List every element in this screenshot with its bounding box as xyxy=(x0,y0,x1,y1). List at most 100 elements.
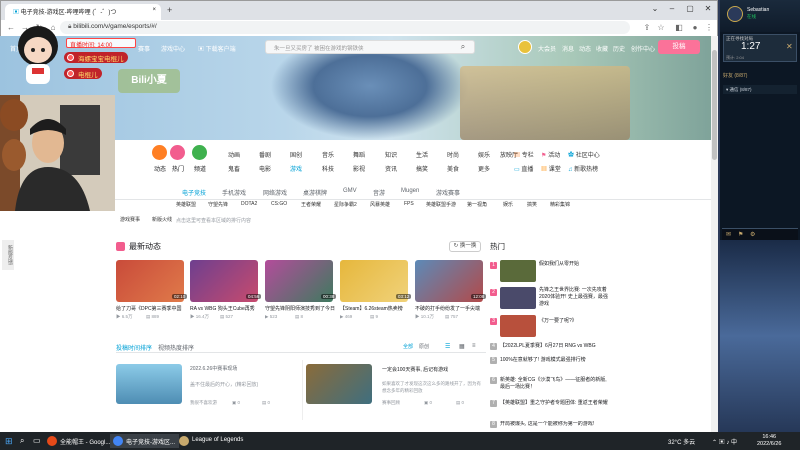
hot-item-title[interactable]: 【英雄联盟】重之守护者专题团体: 重返王者荣耀 xyxy=(500,400,608,407)
cat-entertainment[interactable]: 娱乐 xyxy=(478,150,490,159)
settings-icon[interactable]: ⚙ xyxy=(750,231,755,238)
tag-lol-mobile[interactable]: 英雄联盟手游 xyxy=(426,201,456,208)
cancel-queue-icon[interactable]: ✕ xyxy=(786,42,793,51)
tab-search-icon[interactable]: ⌄ xyxy=(648,4,662,13)
maximize-icon[interactable]: ▢ xyxy=(683,4,697,13)
search-input[interactable]: 朱一旦又买房了 被困在游戏的钢铁侠 xyxy=(265,40,475,54)
cat-more[interactable]: 更多 xyxy=(478,164,490,173)
filter-all[interactable]: 全部 xyxy=(403,343,413,350)
video-title[interactable]: 不破的打手纷纷发了一手尖端 xyxy=(415,305,485,312)
category-hot[interactable]: 热门 xyxy=(172,164,184,173)
cat-dance[interactable]: 舞蹈 xyxy=(353,150,365,159)
tab-online-games[interactable]: 网络游戏 xyxy=(263,188,287,197)
nav-history[interactable]: 历史 xyxy=(613,44,625,53)
tab-close-icon[interactable]: × xyxy=(152,7,156,13)
tray-icons[interactable]: ⌃ ▣ ♪ 中 xyxy=(712,437,737,446)
refresh-button[interactable]: ↻ 换一换 xyxy=(449,241,481,252)
tag-starcraft2[interactable]: 星际争霸2 xyxy=(334,201,357,208)
video-title[interactable]: 【Steam】6.26steam热卖榜 xyxy=(340,305,410,312)
feed-desc[interactable]: 盖不住最后的开心，(精彩回放) xyxy=(190,381,258,388)
video-title[interactable]: 守望先锋阴阳师演技秀到了今日 xyxy=(265,305,335,312)
nav-creator[interactable]: 创作中心 xyxy=(631,44,655,53)
compact-view-icon[interactable]: ≡ xyxy=(472,343,476,349)
tab-game-events[interactable]: 游戏赛事 xyxy=(436,188,460,197)
tag-hots[interactable]: 风暴英雄 xyxy=(370,201,390,208)
channel-icon[interactable] xyxy=(192,145,207,160)
activity-link[interactable]: ⚑ 活动 xyxy=(541,150,560,159)
system-clock[interactable]: 16:46 2022/6/26 xyxy=(757,434,781,448)
hot-item-title[interactable]: 假如我们从零开始 xyxy=(539,261,609,268)
nav-favorites[interactable]: 收藏 xyxy=(596,44,608,53)
nav-messages[interactable]: 消息 xyxy=(562,44,574,53)
tab-esports[interactable]: 电子竞技 xyxy=(182,188,206,197)
feed-title[interactable]: 一定会100天赛事, 后记有游戏 xyxy=(382,366,448,373)
task-view-icon[interactable]: ▭ xyxy=(33,436,41,445)
nav-dynamic[interactable]: 动态 xyxy=(579,44,591,53)
tab-board-games[interactable]: 桌游棋牌 xyxy=(303,188,327,197)
cat-music[interactable]: 音乐 xyxy=(322,150,334,159)
tag-funny[interactable]: 搞笑 xyxy=(527,201,537,208)
feed-thumb[interactable] xyxy=(116,364,182,404)
column-link[interactable]: ▤ 专栏 xyxy=(514,150,534,159)
tag-highlights[interactable]: 精彩集锦 xyxy=(550,201,570,208)
tag-fps[interactable]: FPS xyxy=(404,201,414,207)
tag-lol[interactable]: 英雄联盟 xyxy=(176,201,196,208)
address-bar[interactable]: 🔒︎ bilibili.com/v/game/esports/#/ xyxy=(60,21,630,34)
tag-entertainment[interactable]: 娱乐 xyxy=(503,201,513,208)
nav-game-center[interactable]: 游戏中心 xyxy=(161,44,185,53)
cat-funny[interactable]: 搞笑 xyxy=(416,164,428,173)
hot-item-title[interactable]: 开局被爆头, 这是一个能被称为第一的游戏! xyxy=(500,421,608,429)
tab-rhythm-games[interactable]: 音游 xyxy=(373,188,385,197)
category-dynamic[interactable]: 动态 xyxy=(154,164,166,173)
cat-guochuang[interactable]: 国创 xyxy=(290,150,302,159)
hot-item-title[interactable]: 《万一要了呢?》 xyxy=(539,318,609,325)
upload-button[interactable]: 投稿 xyxy=(658,40,700,54)
tag-csgo[interactable]: CS:GO xyxy=(271,201,287,207)
share-icon[interactable]: ⇪ xyxy=(641,23,653,32)
hot-item-title[interactable]: 先锋之王世界比赛: 一次先攻着2020体验开! 史上最强赛，最强游戏 xyxy=(539,287,609,308)
profile-icon[interactable]: ● xyxy=(689,23,701,32)
extension-icon[interactable]: ◧ xyxy=(673,23,685,32)
close-window-icon[interactable]: ✕ xyxy=(701,4,715,13)
hot-item-title[interactable]: 新英雄: 全新CG《沙漠飞鸟》——征服者的新版, 最后一场比赛！ xyxy=(500,377,608,391)
minimize-icon[interactable]: – xyxy=(665,4,679,13)
sort-by-heat[interactable]: 视频热度排序 xyxy=(158,343,194,352)
bookmark-star-icon[interactable]: ☆ xyxy=(655,23,667,32)
rank-hint[interactable]: 点击这里可查看本区域的排行内容 xyxy=(176,217,251,224)
cat-kichiku[interactable]: 鬼畜 xyxy=(228,164,240,173)
feedback-tab[interactable]: 新版反馈 xyxy=(2,240,14,270)
nav-esports[interactable]: 赛事 xyxy=(138,44,150,53)
cat-movie[interactable]: 电影 xyxy=(259,164,271,173)
hot-thumb[interactable] xyxy=(500,260,536,282)
league-friend-row[interactable]: ▾ 通信 (8/87) xyxy=(723,85,797,94)
video-title[interactable]: RA vs WBG 狗头王Cube再秀 xyxy=(190,305,260,312)
grid-view-icon[interactable]: ▦ xyxy=(459,343,465,350)
cat-knowledge[interactable]: 知识 xyxy=(385,150,397,159)
community-link[interactable]: ✿ 社区中心 xyxy=(568,150,600,159)
hot-item-title[interactable]: 【2022LPL夏季赛】6月27日 RNG vs WBG xyxy=(500,343,608,350)
missions-icon[interactable]: ⚑ xyxy=(738,231,743,238)
cat-news[interactable]: 资讯 xyxy=(385,164,397,173)
tag-first-person[interactable]: 第一视角 xyxy=(467,201,487,208)
feed-desc[interactable]: 如果喜欢了才发现这次这么多的路线开了，因为有想念多年的精彩回放 xyxy=(382,380,482,394)
weather-widget[interactable]: 32°C 多云 xyxy=(668,437,695,446)
avatar[interactable] xyxy=(518,40,532,54)
cat-game[interactable]: 游戏 xyxy=(290,164,302,173)
cat-food[interactable]: 美食 xyxy=(447,164,459,173)
cat-tech[interactable]: 科技 xyxy=(322,164,334,173)
menu-icon[interactable]: ⋮ xyxy=(703,23,715,32)
video-title[interactable]: 给了刀哥《DPC第三赛季中国 xyxy=(116,305,186,312)
chat-icon[interactable]: ✉ xyxy=(726,231,731,238)
league-avatar[interactable] xyxy=(727,6,743,22)
hot-thumb[interactable] xyxy=(500,287,536,309)
start-icon[interactable]: ⊞ xyxy=(5,436,13,446)
cat-bangumi[interactable]: 番剧 xyxy=(259,150,271,159)
tab-mobile-games[interactable]: 手机游戏 xyxy=(222,188,246,197)
live-link[interactable]: ▭ 直播 xyxy=(514,164,533,173)
tag-overwatch[interactable]: 守望先锋 xyxy=(208,201,228,208)
list-view-icon[interactable]: ☰ xyxy=(445,343,450,350)
feed-author[interactable]: 赛事回顾 xyxy=(382,400,400,406)
cat-life[interactable]: 生活 xyxy=(416,150,428,159)
tag-honor-of-kings[interactable]: 王者荣耀 xyxy=(301,201,321,208)
hot-icon[interactable] xyxy=(170,145,185,160)
